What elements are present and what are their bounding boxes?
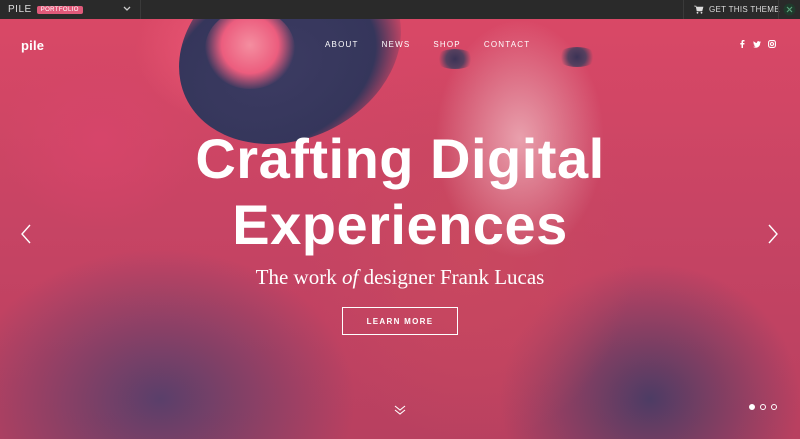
instagram-icon[interactable]	[768, 40, 776, 48]
subtitle-text: The work	[255, 265, 342, 289]
nav-item-shop[interactable]: SHOP	[433, 40, 460, 49]
hero-image-eye	[435, 49, 475, 69]
next-slide-arrow-icon[interactable]	[767, 223, 779, 245]
get-theme-label: GET THIS THEME	[709, 5, 780, 14]
site-logo[interactable]: pile	[21, 38, 44, 53]
twitter-icon[interactable]	[753, 40, 761, 48]
hero-slider: pile ABOUT NEWS SHOP CONTACT Crafting Di…	[0, 19, 800, 439]
theme-preview-bar: PILE PORTFOLIO GET THIS THEME	[0, 0, 800, 19]
hero-image-eye	[557, 47, 597, 67]
slider-pagination	[749, 404, 777, 410]
theme-name: PILE	[8, 4, 32, 15]
theme-category-badge: PORTFOLIO	[36, 5, 83, 14]
hero-title-line-1: Crafting Digital	[195, 127, 605, 190]
subtitle-text: designer Frank Lucas	[358, 265, 545, 289]
nav-item-about[interactable]: ABOUT	[325, 40, 359, 49]
facebook-icon[interactable]	[738, 40, 746, 48]
learn-more-button[interactable]: LEARN MORE	[342, 307, 458, 335]
get-theme-button[interactable]: GET THIS THEME	[694, 0, 780, 19]
divider	[683, 0, 684, 19]
social-links	[738, 40, 776, 48]
slider-dot[interactable]	[771, 404, 777, 410]
nav-item-news[interactable]: NEWS	[382, 40, 411, 49]
nav-item-contact[interactable]: CONTACT	[484, 40, 530, 49]
divider	[140, 0, 141, 19]
slider-dot[interactable]	[760, 404, 766, 410]
slider-dot[interactable]	[749, 404, 755, 410]
previous-slide-arrow-icon[interactable]	[20, 223, 32, 245]
hero-title-line-2: Experiences	[232, 193, 568, 256]
scroll-down-icon[interactable]	[393, 404, 407, 416]
chevron-down-icon[interactable]	[122, 3, 132, 15]
hero-subtitle: The work of designer Frank Lucas	[0, 265, 800, 290]
divider	[778, 0, 779, 19]
main-nav: ABOUT NEWS SHOP CONTACT	[325, 40, 553, 49]
subtitle-emphasis: of	[341, 265, 359, 289]
close-icon[interactable]	[783, 3, 796, 16]
cart-icon	[694, 5, 704, 14]
